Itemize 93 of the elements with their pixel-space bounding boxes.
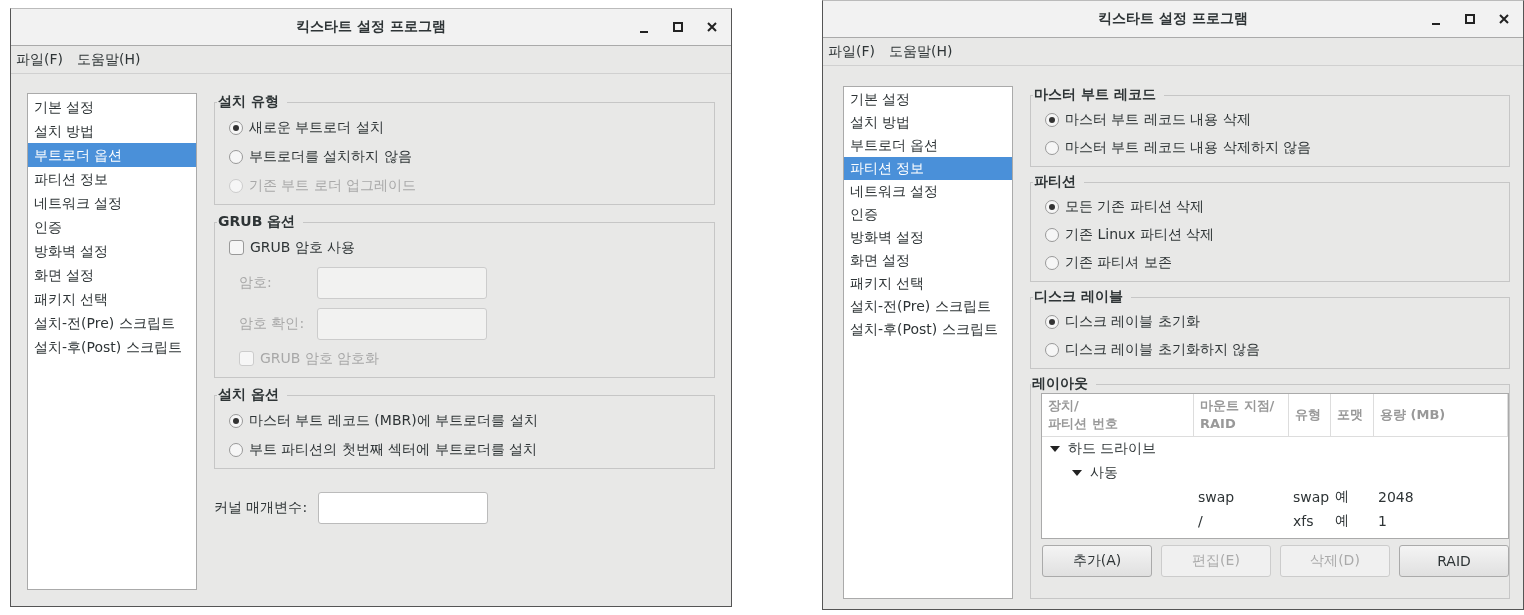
section-title: 디스크 레이블 [1033, 288, 1124, 306]
radio-button[interactable] [1045, 343, 1059, 357]
section-title: GRUB 옵션 [217, 213, 297, 231]
sidebar-item[interactable]: 파티션 정보 [28, 167, 196, 191]
sidebar-item[interactable]: 네트워크 설정 [28, 191, 196, 215]
radio-option[interactable]: 새로운 부트로더 설치 [229, 113, 702, 142]
sidebar-item[interactable]: 화면 설정 [28, 263, 196, 287]
radio-option[interactable]: 마스터 부트 레코드 내용 삭제하지 않음 [1045, 134, 1497, 162]
sidebar-item[interactable]: 인증 [844, 203, 1012, 226]
option-label: 부트 파티션의 첫번째 섹터에 부트로더를 설치 [249, 440, 538, 459]
sidebar-item[interactable]: 화면 설정 [844, 249, 1012, 272]
section-title: 마스터 부트 레코드 [1033, 86, 1157, 104]
sidebar-item[interactable]: 패키지 선택 [844, 272, 1012, 295]
radio-button[interactable] [229, 442, 243, 457]
close-icon[interactable] [1497, 12, 1511, 26]
sidebar-item[interactable]: 방화벽 설정 [28, 239, 196, 263]
sidebar-item[interactable]: 패키지 선택 [28, 287, 196, 311]
radio-button[interactable] [1045, 315, 1059, 329]
radio-button[interactable] [1045, 200, 1059, 214]
option-label: GRUB 암호 사용 [250, 238, 356, 257]
section-title: 설치 유형 [217, 93, 280, 111]
option-label: 디스크 레이블 초기화 [1065, 313, 1200, 331]
table-cell-text: 예 [1334, 488, 1350, 506]
sidebar-item[interactable]: 기본 설정 [28, 95, 196, 119]
table-cell-text: 2048 [1377, 489, 1415, 505]
radio-button[interactable] [1045, 113, 1059, 127]
field-label: 암호 확인: [239, 314, 306, 333]
radio-option[interactable]: 기존 Linux 파티션 삭제 [1045, 221, 1497, 249]
tree-label[interactable]: 하드 드라이브 [1068, 440, 1157, 458]
checkbox[interactable] [229, 240, 244, 255]
radio-option[interactable]: 마스터 부트 레코드 내용 삭제 [1045, 106, 1497, 134]
option-label: GRUB 암호 암호화 [260, 349, 380, 368]
table-cell-text: swap [1292, 489, 1331, 505]
field-label: 커널 매개변수: [214, 498, 309, 517]
expander-icon[interactable] [1050, 446, 1060, 452]
table-cell-text: xfs [1292, 513, 1315, 529]
radio-option[interactable]: 마스터 부트 레코드 (MBR)에 부트로더를 설치 [229, 406, 702, 435]
radio-button[interactable] [1045, 256, 1059, 270]
radio-button[interactable] [1045, 141, 1059, 155]
section-title: 레이아웃 [1031, 375, 1089, 393]
table-cell-text: 예 [1334, 512, 1350, 530]
radio-button[interactable] [229, 120, 243, 135]
window-title: 킥스타트 설정 프로그램 [296, 18, 446, 36]
radio-button[interactable] [1045, 228, 1059, 242]
tree-label[interactable]: 사동 [1090, 464, 1118, 482]
expander-icon[interactable] [1072, 470, 1082, 476]
sidebar-item[interactable]: 방화벽 설정 [844, 226, 1012, 249]
input-field[interactable] [318, 491, 488, 524]
action-button[interactable]: RAID [1399, 545, 1509, 577]
radio-option[interactable]: 디스크 레이블 초기화하지 않음 [1045, 336, 1497, 364]
sidebar-item[interactable]: 설치-후(Post) 스크립트 [28, 335, 196, 359]
section-title: 설치 옵션 [217, 386, 280, 404]
sidebar-item[interactable]: 인증 [28, 215, 196, 239]
option-label: 마스터 부트 레코드 내용 삭제 [1065, 111, 1251, 129]
option-label: 부트로더를 설치하지 않음 [249, 147, 412, 166]
table-cell-text: / [1197, 513, 1204, 529]
sidebar-item[interactable]: 설치-후(Post) 스크립트 [844, 318, 1012, 341]
sidebar-item[interactable]: 부트로더 옵션 [844, 134, 1012, 157]
maximize-icon[interactable] [1463, 12, 1477, 26]
sidebar-item[interactable]: 설치 방법 [844, 111, 1012, 134]
radio-option[interactable]: 디스크 레이블 초기화 [1045, 308, 1497, 336]
table-cell-text: 1 [1377, 513, 1388, 529]
menu-item[interactable]: 도움말(H) [77, 50, 141, 69]
checkbox-option[interactable]: GRUB 암호 사용 [229, 233, 702, 262]
table-cell-text: swap [1197, 489, 1236, 505]
radio-option[interactable]: 기존 파티셔 보존 [1045, 249, 1497, 277]
sidebar-item[interactable]: 설치-전(Pre) 스크립트 [844, 295, 1012, 318]
sidebar-item[interactable]: 네트워크 설정 [844, 180, 1012, 203]
option-label: 새로운 부트로더 설치 [249, 118, 384, 137]
menu-item[interactable]: 파일(F) [16, 50, 63, 69]
option-label: 마스터 부트 레코드 내용 삭제하지 않음 [1065, 139, 1312, 157]
radio-option[interactable]: 모든 기존 파티션 삭제 [1045, 193, 1497, 221]
action-button[interactable]: 추가(A) [1042, 545, 1152, 577]
sidebar-item[interactable]: 설치 방법 [28, 119, 196, 143]
field-label: 암호: [239, 273, 273, 292]
close-icon[interactable] [705, 20, 719, 34]
option-label: 기존 Linux 파티션 삭제 [1065, 226, 1215, 244]
radio-option[interactable]: 부트로더를 설치하지 않음 [229, 142, 702, 171]
maximize-icon[interactable] [671, 20, 685, 34]
window-title: 킥스타트 설정 프로그램 [1098, 10, 1248, 28]
option-label: 모든 기존 파티션 삭제 [1065, 198, 1205, 216]
menu-item[interactable]: 도움말(H) [889, 42, 953, 61]
sidebar-item[interactable]: 기본 설정 [844, 88, 1012, 111]
section-title: 파티션 [1033, 173, 1077, 191]
option-label: 디스크 레이블 초기화하지 않음 [1065, 341, 1261, 359]
option-label: 마스터 부트 레코드 (MBR)에 부트로더를 설치 [249, 411, 538, 430]
option-label: 기존 파티셔 보존 [1065, 254, 1172, 272]
option-label: 기존 부트 로더 업그레이드 [249, 176, 417, 195]
radio-option[interactable]: 부트 파티션의 첫번째 섹터에 부트로더를 설치 [229, 435, 702, 464]
menu-item[interactable]: 파일(F) [828, 42, 875, 61]
radio-button[interactable] [229, 149, 243, 164]
sidebar-item[interactable]: 설치-전(Pre) 스크립트 [28, 311, 196, 335]
radio-button[interactable] [229, 413, 243, 428]
